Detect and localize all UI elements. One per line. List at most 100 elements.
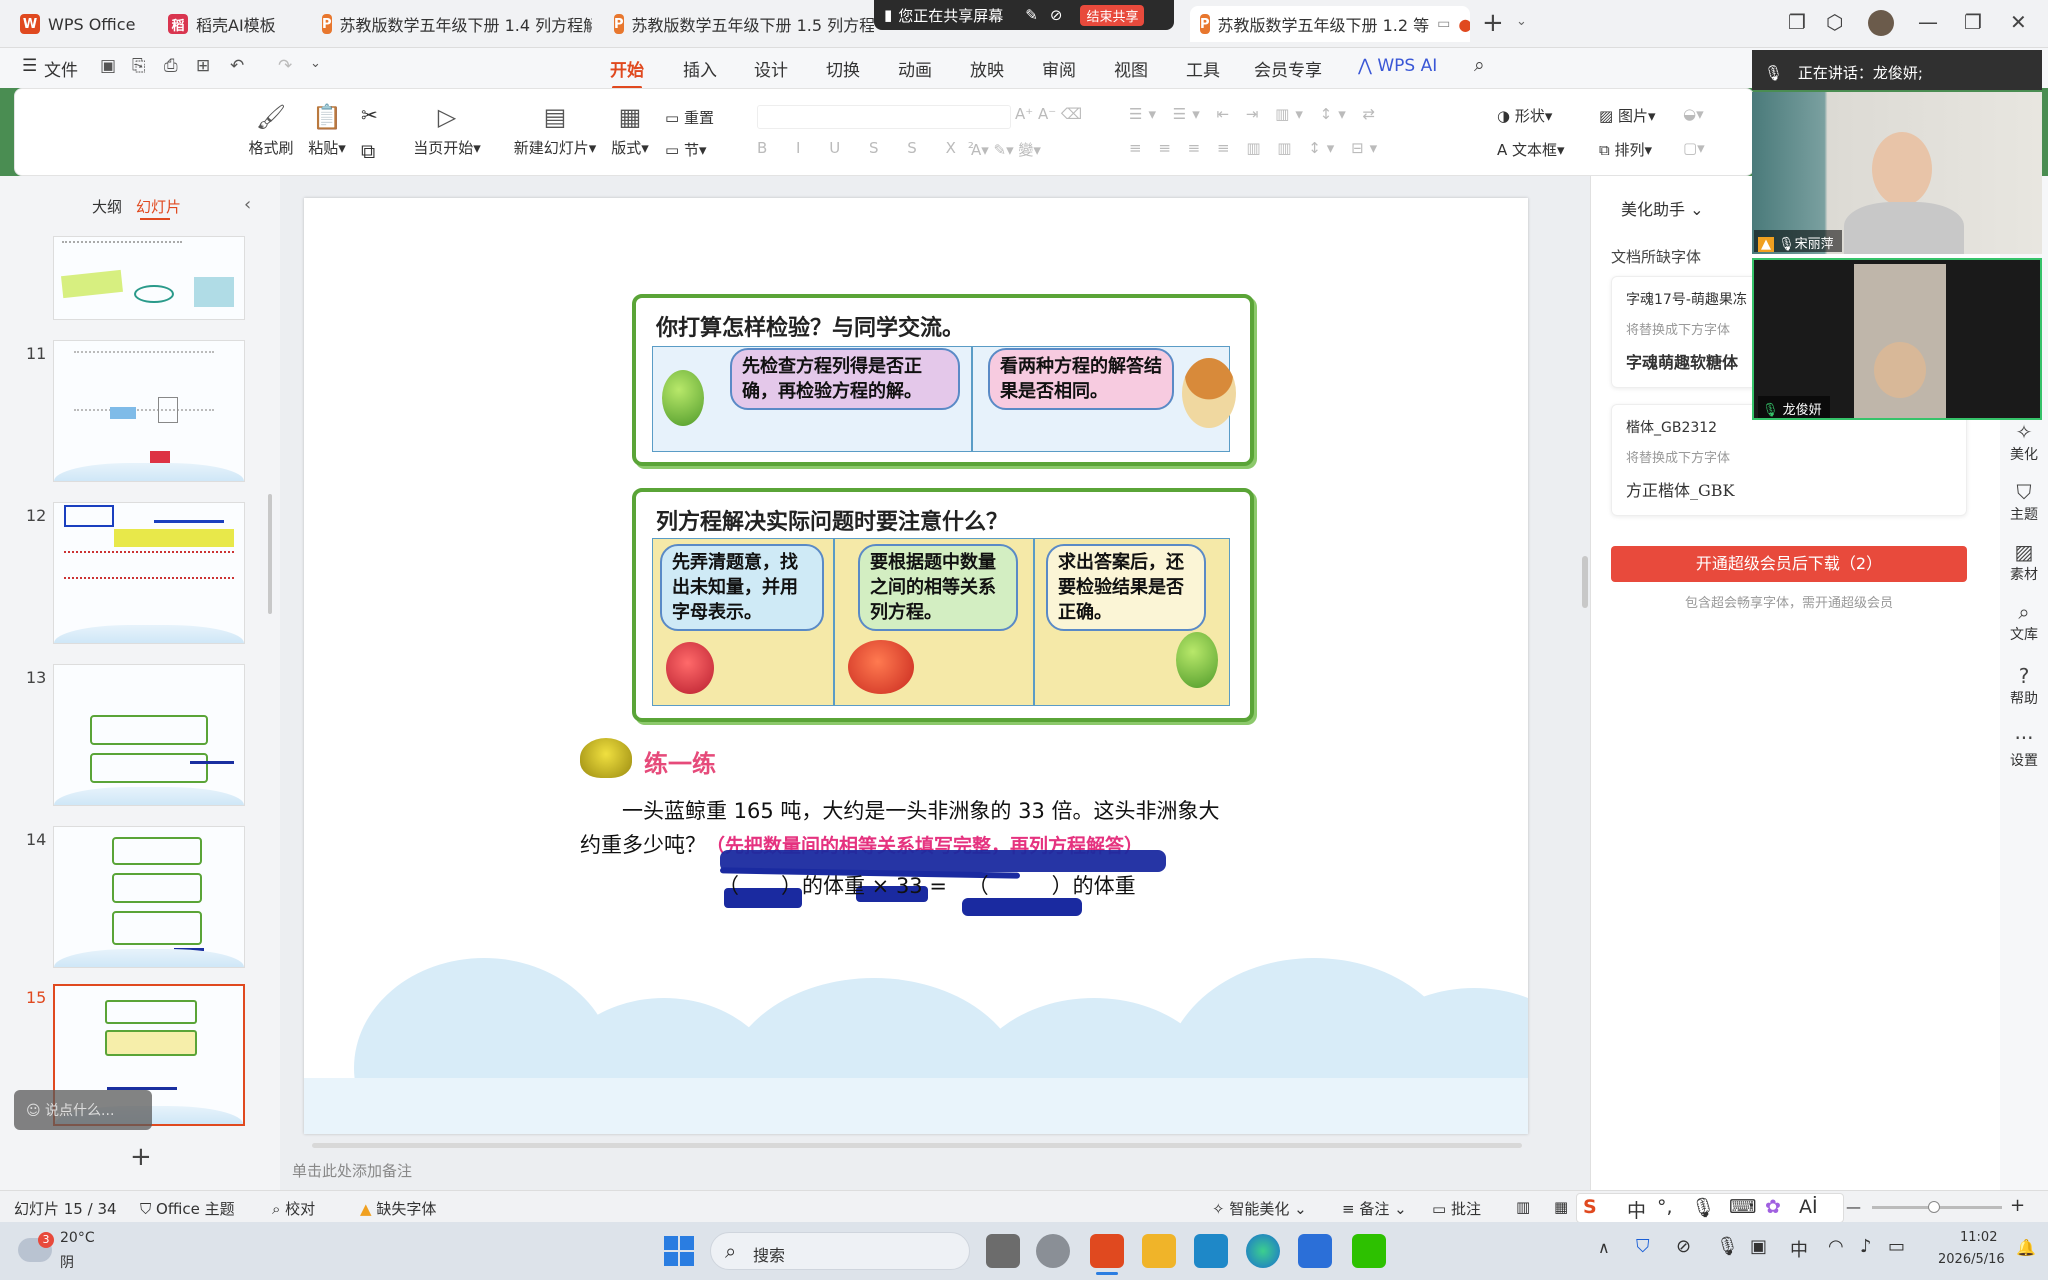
sidebar-library[interactable]: ⌕ 文库 [2000,600,2048,644]
sidebar-settings[interactable]: ··· 设置 [2000,726,2048,770]
add-slide-button[interactable]: + [130,1142,152,1172]
menu-tools[interactable]: 工具 [1186,56,1220,81]
normal-view-icon[interactable]: ▥ [1516,1198,1530,1216]
vertical-scrollbar[interactable] [1582,556,1588,608]
print-icon[interactable]: ⎙ [164,56,178,76]
restore-window-icon[interactable]: ❐ [1788,10,1806,34]
missing-font-status[interactable]: ▲ 缺失字体 [360,1198,436,1219]
comments-status[interactable]: ▭ 批注 [1432,1198,1481,1219]
menu-member[interactable]: 会员专享 [1254,56,1322,81]
redo-icon[interactable]: ↷ [278,56,292,76]
new-slide-button[interactable]: ▤ 新建幻灯片▾ [509,103,601,158]
theme-status[interactable]: ⛉ Office 主题 [140,1198,235,1219]
cube-icon[interactable]: ⬡ [1826,10,1843,34]
weather-widget[interactable]: 3 [18,1232,58,1268]
play-from-current-button[interactable]: ▷ 当页开始▾ [407,103,487,158]
tab-doc-1-4[interactable]: P 苏教版数学五年级下册 1.4 列方程解 [312,6,592,42]
tab-list-chevron-icon[interactable]: ⌄ [1516,14,1527,29]
new-tab-icon[interactable]: + [1482,8,1504,38]
windows-start-icon[interactable] [664,1236,694,1266]
export-icon[interactable]: ⎘ [132,56,146,76]
font-card-2[interactable]: 楷体_GB2312 将替换成下方字体 方正楷体_GBK [1611,404,1967,516]
slide-canvas[interactable]: 你打算怎样检验？与同学交流。 先检查方程列得是否正确，再检验方程的解。 看两种方… [304,198,1528,1134]
menu-wps-ai[interactable]: ⋀ WPS AI [1358,56,1437,76]
tab-doc-1-2-active[interactable]: P 苏教版数学五年级下册 1.2 等 ▭ ● [1190,6,1470,42]
cut-icon[interactable]: ✂ [361,103,378,127]
tab-docer-template[interactable]: 稻 稻壳AI模板 [158,6,308,42]
vip-download-button[interactable]: 开通超级会员后下载（2） [1611,546,1967,582]
text-format-icons[interactable]: B I U S S X² [757,139,986,157]
menu-transition[interactable]: 切换 [826,56,860,81]
tab-wps-office[interactable]: W WPS Office [10,6,160,42]
zoom-out-icon[interactable]: — [1846,1198,1861,1216]
arrange-button[interactable]: ⧉ 排列▾ [1599,139,1652,160]
ime-toolbar[interactable]: S 中 °, 🎙 ⌨ ✿ Aİ [1576,1193,1844,1223]
file-menu[interactable]: 文件 [44,56,78,81]
menu-slideshow[interactable]: 放映 [970,56,1004,81]
sidebar-help[interactable]: ? 帮助 [2000,664,2048,708]
settings-gear-icon[interactable] [1036,1234,1070,1268]
search-icon[interactable]: ⌕ [1474,54,1485,76]
battery-icon[interactable]: ▭ [1888,1236,1905,1257]
menu-review[interactable]: 审阅 [1042,56,1076,81]
menu-view[interactable]: 视图 [1114,56,1148,81]
menu-home[interactable]: 开始 [610,56,644,89]
section-button[interactable]: ▭ 节▾ [665,139,707,160]
outline-icon[interactable]: ▢▾ [1683,139,1705,157]
reset-button[interactable]: ▭ 重置 [665,107,714,128]
end-share-button[interactable]: 结束共享 [1080,4,1145,26]
picture-button[interactable]: ▨ 图片▾ [1599,105,1656,126]
hide-icon[interactable]: ⊘ [1050,6,1063,24]
pen-icon[interactable]: ✎ [1025,6,1038,24]
zoom-thumb[interactable] [1928,1201,1940,1213]
network-off-icon[interactable]: ⊘ [1676,1236,1691,1257]
sidebar-theme[interactable]: ⛉ 主题 [2000,480,2048,524]
taskbar-search[interactable]: ⌕ 搜索 [710,1232,970,1270]
zoom-in-icon[interactable]: + [2010,1195,2025,1216]
fill-icon[interactable]: ◒▾ [1683,105,1704,123]
slide-thumbnail-14[interactable] [53,826,245,968]
outline-tab[interactable]: 大纲 [92,196,122,217]
sidebar-material[interactable]: ▨ 素材 [2000,540,2048,584]
undo-icon[interactable]: ↶ [230,56,244,76]
slide-thumbnail-12[interactable] [53,502,245,644]
menu-animation[interactable]: 动画 [898,56,932,81]
minimize-icon[interactable]: — [1918,10,1938,34]
tencent-meeting-icon[interactable] [1298,1234,1332,1268]
shape-button[interactable]: ◑ 形状▾ [1497,105,1552,126]
horizontal-scrollbar[interactable] [290,1138,1550,1152]
security-shield-icon[interactable]: ⛉ [1636,1236,1650,1257]
maximize-icon[interactable]: ❐ [1964,10,1982,34]
tray-ime[interactable]: 中 [1790,1236,1808,1262]
menu-design[interactable]: 设计 [754,56,788,81]
textbox-button[interactable]: A 文本框▾ [1497,139,1565,160]
video-tile-1[interactable]: ▲ 🎙宋丽萍 [1752,92,2042,254]
wechat-icon[interactable] [1352,1234,1386,1268]
tab-doc-1-5[interactable]: P 苏教版数学五年级下册 1.5 列方程解 [604,6,874,42]
notification-bell-icon[interactable]: 🔔 [2016,1238,2036,1257]
slide-thumbnail-11[interactable] [53,340,245,482]
grid-view-icon[interactable]: ▦ [1554,1198,1568,1216]
volume-icon[interactable]: ♪ [1860,1236,1872,1257]
print-preview-icon[interactable]: ⊞ [196,56,210,76]
clock-time[interactable]: 11:02 [1960,1230,1997,1245]
sidebar-beautify[interactable]: ✧ 美化 [2000,420,2048,464]
thumbnail-scrollbar[interactable] [268,494,272,614]
paste-button[interactable]: 📋 粘贴▾ [305,103,349,158]
slide-thumbnail-13[interactable] [53,664,245,806]
clock-date[interactable]: 2026/5/16 [1938,1252,2005,1267]
smart-beautify-status[interactable]: ✧ 智能美化 ⌄ [1212,1198,1307,1219]
font-color-icon[interactable]: A▾ ✎▾ 變▾ [971,139,1041,160]
more-chevron-icon[interactable]: ⌄ [310,56,321,71]
align-icons[interactable]: ≡ ≡ ≡ ≡ ▥ ▥ ↕▾ ⊟▾ [1129,139,1383,157]
font-family-select[interactable] [757,105,1011,129]
save-icon[interactable]: ▣ [100,56,116,76]
zoom-slider[interactable] [1872,1201,2002,1213]
tray-mic-icon[interactable]: 🎙 [1716,1236,1739,1257]
copy-icon[interactable]: ⧉ [361,139,375,163]
beautify-title[interactable]: 美化助手 ⌄ [1621,196,1704,220]
font-size-grow-icon[interactable]: A⁺ A⁻ ⌫ [1015,105,1082,123]
format-painter-button[interactable]: 🖌 格式刷 [247,103,295,158]
notes-status[interactable]: ≡ 备注 ⌄ [1342,1198,1407,1219]
edge-browser-icon[interactable] [1246,1234,1280,1268]
